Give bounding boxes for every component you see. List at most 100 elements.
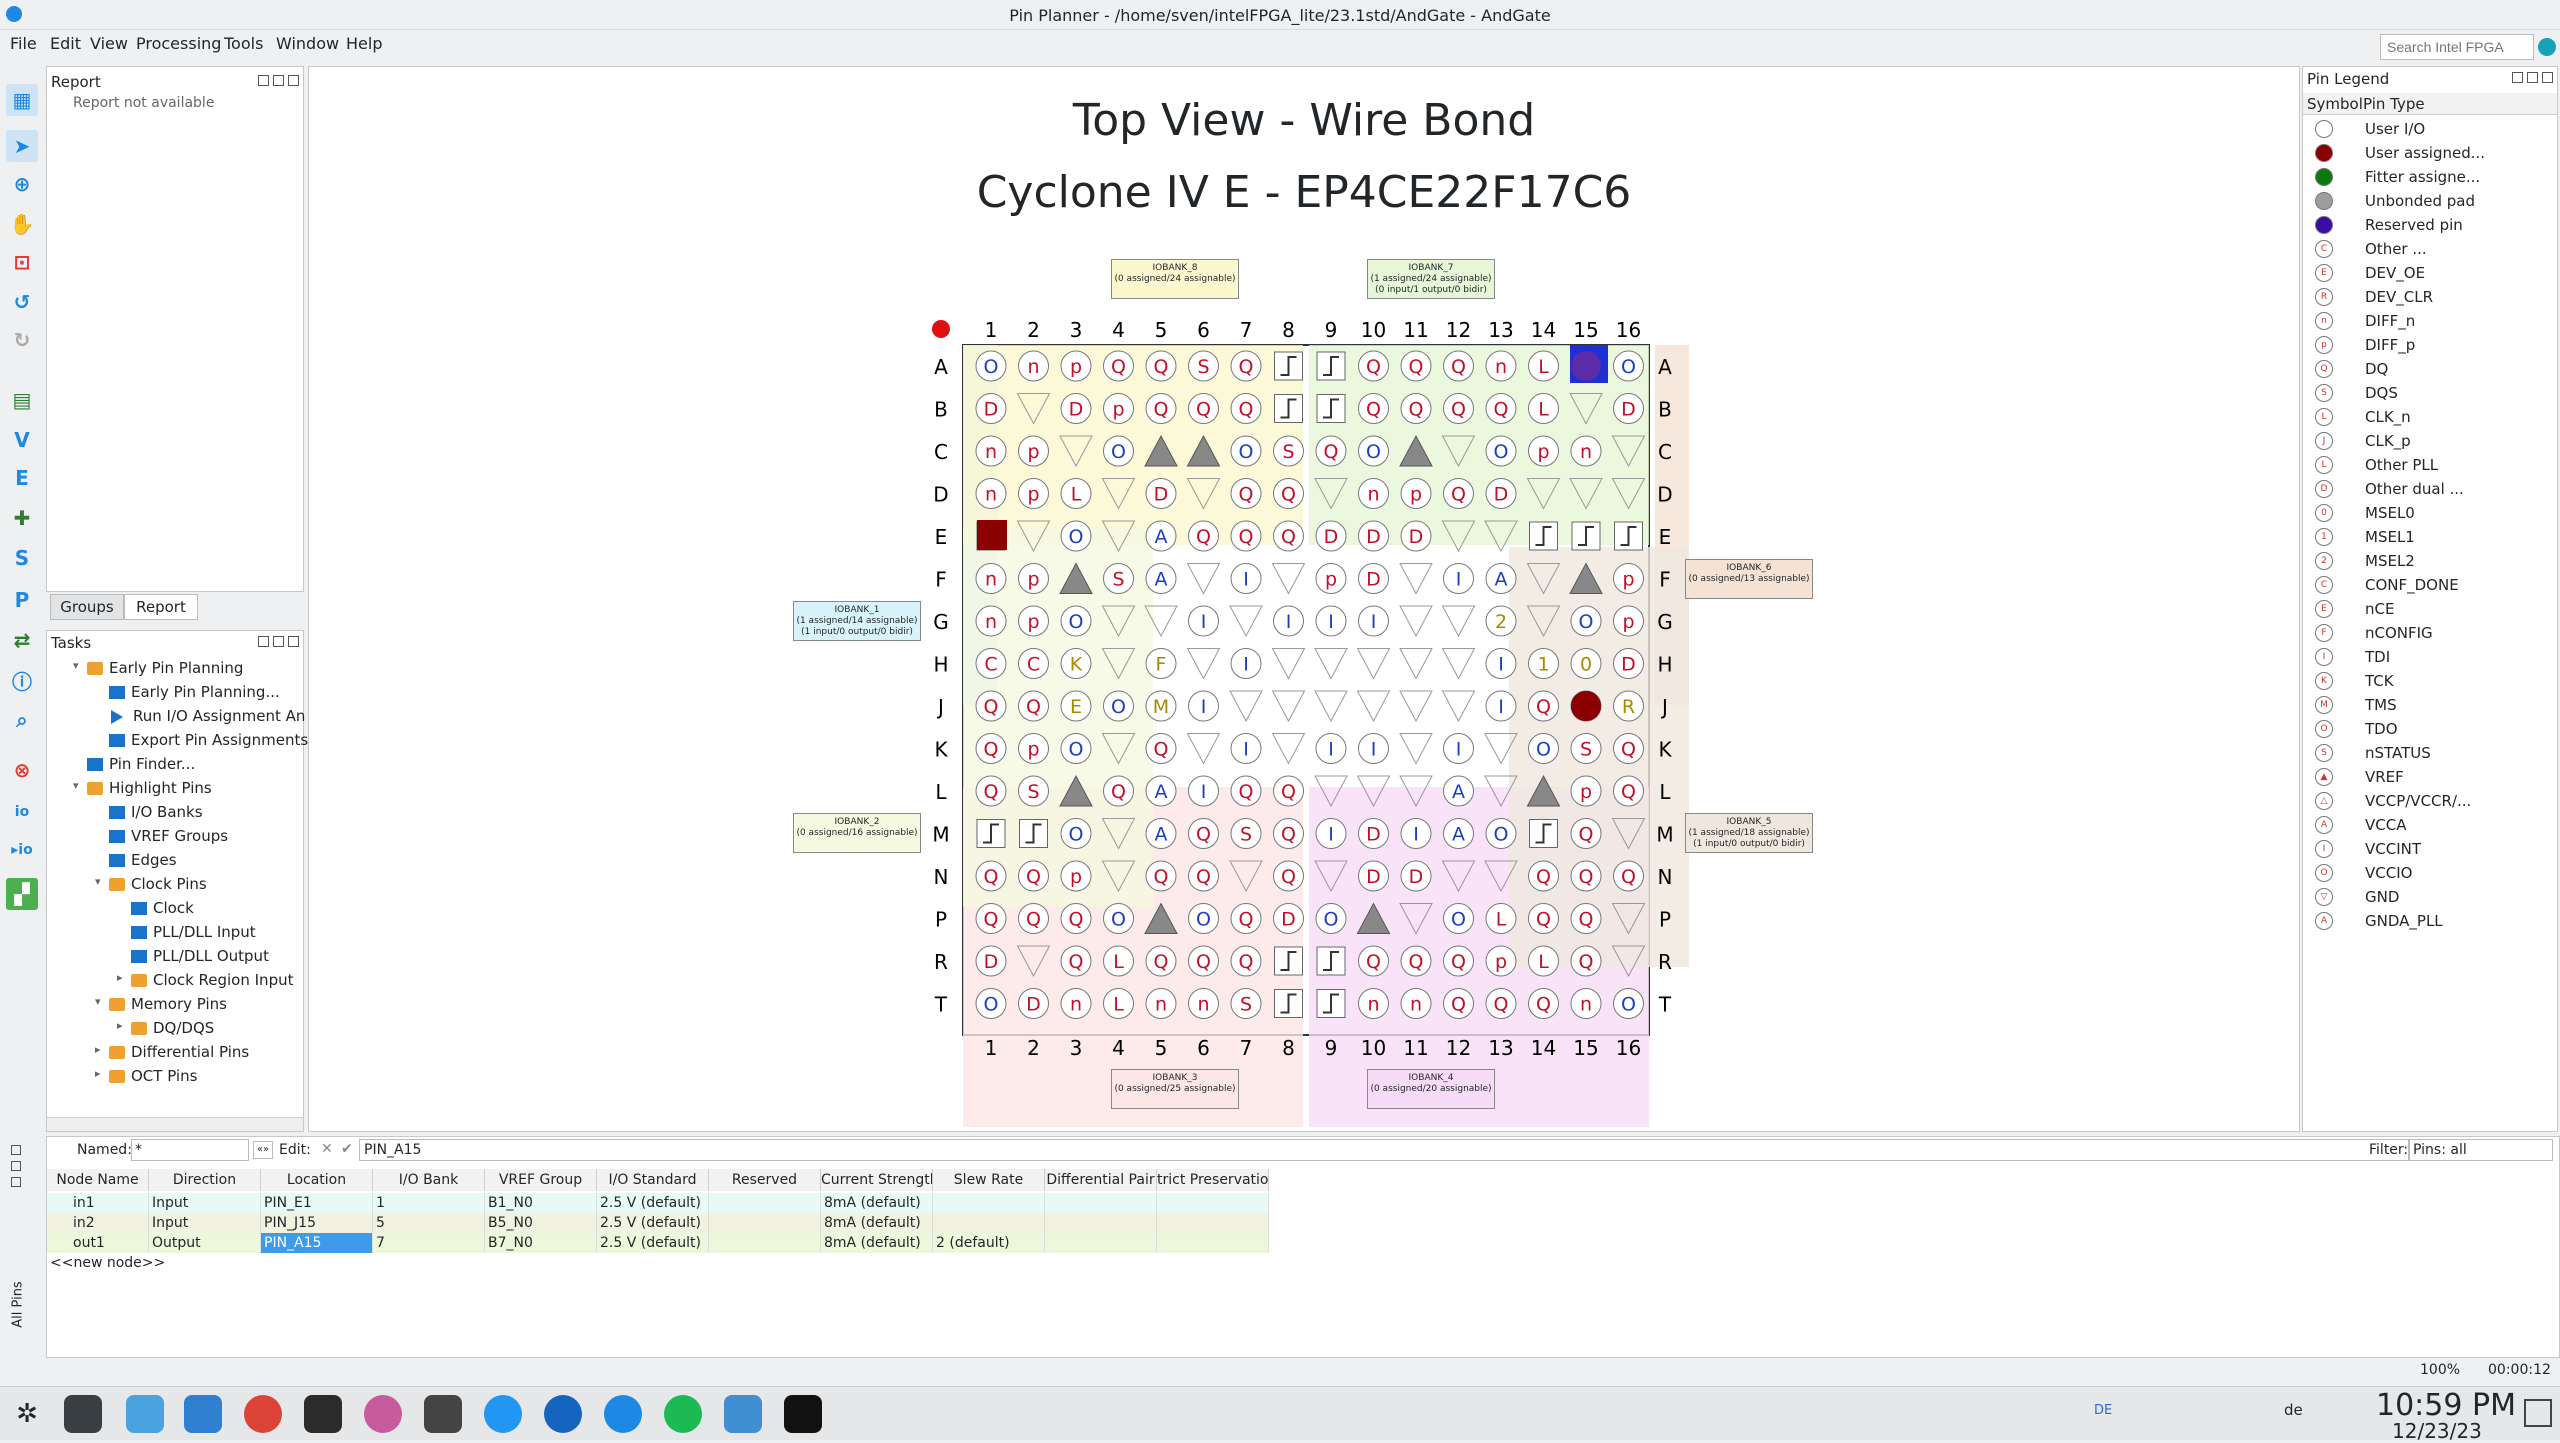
task-item[interactable]: VREF Groups	[109, 827, 228, 845]
task-item[interactable]: I/O Banks	[109, 803, 203, 821]
column-header[interactable]: I/O Bank	[373, 1169, 485, 1191]
files-icon[interactable]	[184, 1395, 222, 1433]
table-cell[interactable]: Input	[149, 1213, 261, 1233]
new-node-row[interactable]: <<new node>>	[47, 1253, 261, 1273]
iobank-box[interactable]: IOBANK_5 (1 assigned/18 assignable) (1 inp…	[1685, 813, 1813, 853]
table-cell[interactable]	[1157, 1193, 1269, 1213]
table-cell[interactable]: 8mA (default)	[821, 1213, 933, 1233]
keyboard-layout[interactable]: DE	[2094, 1403, 2112, 1418]
table-cell[interactable]: in1	[47, 1193, 149, 1213]
table-cell[interactable]: 8mA (default)	[821, 1233, 933, 1253]
column-header[interactable]: I/O Standard	[597, 1169, 709, 1191]
package-view-icon[interactable]: ▤	[6, 384, 38, 416]
task-item[interactable]: ▾ Early Pin Planning	[73, 659, 243, 677]
table-cell[interactable]: Output	[149, 1233, 261, 1253]
spotify-icon[interactable]	[664, 1395, 702, 1433]
clock-time[interactable]: 10:59 PM	[2376, 1388, 2516, 1423]
expand-icon[interactable]: ▸	[95, 1043, 101, 1056]
float-icon[interactable]	[11, 1161, 21, 1171]
tab-groups[interactable]: Groups	[50, 594, 124, 620]
iobank-box[interactable]: IOBANK_7 (1 assigned/24 assignable) (0 inp…	[1367, 259, 1495, 299]
task-item[interactable]: ▾ Memory Pins	[95, 995, 227, 1013]
task-item[interactable]: Pin Finder...	[87, 755, 195, 773]
table-cell[interactable]: 2 (default)	[933, 1233, 1045, 1253]
task-item[interactable]: PLL/DLL Output	[131, 947, 269, 965]
select-pointer-icon[interactable]: ➤	[6, 130, 38, 162]
restore-icon[interactable]	[273, 636, 284, 647]
table-cell[interactable]	[709, 1193, 821, 1213]
table-cell[interactable]	[709, 1233, 821, 1253]
table-cell[interactable]: 2.5 V (default)	[597, 1193, 709, 1213]
menu-edit[interactable]: Edit	[50, 34, 81, 53]
float-icon[interactable]	[258, 636, 269, 647]
table-cell[interactable]	[933, 1213, 1045, 1233]
expand-icon[interactable]: ▸	[117, 1019, 123, 1032]
column-header[interactable]: Reserved	[709, 1169, 821, 1191]
edit-field[interactable]: PIN_A15	[359, 1139, 2409, 1161]
column-header[interactable]: trict Preservatio	[1157, 1169, 1269, 1191]
hand-icon[interactable]: ✋	[6, 208, 38, 240]
app-chat-icon[interactable]	[604, 1395, 642, 1433]
dqdqs-icon[interactable]: P	[6, 584, 38, 616]
iobank-box[interactable]: IOBANK_3 (0 assigned/25 assignable)	[1111, 1069, 1239, 1109]
named-apply-icon[interactable]: «»	[253, 1141, 273, 1159]
io-run-icon[interactable]: ▸io	[6, 834, 38, 866]
column-header[interactable]: Differential Pair	[1045, 1169, 1157, 1191]
expand-icon[interactable]: ▾	[95, 875, 101, 888]
table-cell[interactable]: in2	[47, 1213, 149, 1233]
table-cell[interactable]: 1	[373, 1193, 485, 1213]
close-icon[interactable]	[288, 75, 299, 86]
column-header[interactable]: Current Strength	[821, 1169, 933, 1191]
iobank-box[interactable]: IOBANK_1 (1 assigned/14 assignable) (1 inp…	[793, 601, 921, 641]
table-cell[interactable]	[1157, 1213, 1269, 1233]
early-pin-icon[interactable]: ▞	[6, 878, 38, 910]
io-icon[interactable]: io	[6, 796, 38, 828]
console-icon[interactable]	[304, 1395, 342, 1433]
undo-icon[interactable]: ↺	[6, 286, 38, 318]
quartus-icon[interactable]	[424, 1395, 462, 1433]
zoom-icon[interactable]: ⊕	[6, 168, 38, 200]
task-item[interactable]: ▾ Clock Pins	[95, 875, 207, 893]
redo-icon[interactable]: ↻	[6, 324, 38, 356]
expand-icon[interactable]: ▾	[95, 995, 101, 1008]
package-canvas[interactable]: Top View - Wire Bond Cyclone IV E - EP4C…	[308, 66, 2300, 1132]
table-cell[interactable]: Input	[149, 1193, 261, 1213]
float-icon[interactable]	[2512, 72, 2523, 83]
table-cell[interactable]: out1	[47, 1233, 149, 1253]
filter-combo[interactable]: Pins: all	[2409, 1139, 2553, 1161]
close-icon[interactable]	[11, 1145, 21, 1155]
app-blue-icon[interactable]	[484, 1395, 522, 1433]
task-item[interactable]: Edges	[109, 851, 177, 869]
table-cell[interactable]	[709, 1213, 821, 1233]
table-cell[interactable]	[1045, 1213, 1157, 1233]
cancel-edit-icon[interactable]: ✕	[321, 1141, 333, 1157]
column-header[interactable]: VREF Group	[485, 1169, 597, 1191]
io-assign-icon[interactable]: ⇄	[6, 624, 38, 656]
search-icon[interactable]	[2538, 38, 2556, 56]
show-desktop-icon[interactable]	[2524, 1399, 2552, 1427]
tab-report[interactable]: Report	[124, 594, 198, 620]
accept-edit-icon[interactable]: ✔	[341, 1141, 353, 1157]
pin-finder-icon[interactable]: ⌕	[6, 704, 38, 736]
table-cell[interactable]: B1_N0	[485, 1193, 597, 1213]
task-item[interactable]: Export Pin Assignments	[109, 731, 308, 749]
expand-icon[interactable]: ▾	[73, 659, 79, 672]
table-cell[interactable]: PIN_J15	[261, 1213, 373, 1233]
task-item[interactable]: PLL/DLL Input	[131, 923, 256, 941]
close-icon[interactable]	[2542, 72, 2553, 83]
clock-icon[interactable]: ✚	[6, 502, 38, 534]
table-cell[interactable]: PIN_E1	[261, 1193, 373, 1213]
app-pink-icon[interactable]	[364, 1395, 402, 1433]
menu-help[interactable]: Help	[346, 34, 382, 53]
task-item[interactable]: ▾ Highlight Pins	[73, 779, 212, 797]
column-header[interactable]: Slew Rate	[933, 1169, 1045, 1191]
column-header[interactable]: Node Name	[47, 1169, 149, 1191]
menu-window[interactable]: Window	[276, 34, 339, 53]
search-input[interactable]	[2380, 34, 2534, 60]
restore-icon[interactable]	[11, 1177, 21, 1187]
restore-icon[interactable]	[2527, 72, 2538, 83]
store-icon[interactable]	[126, 1395, 164, 1433]
table-cell[interactable]: 8mA (default)	[821, 1193, 933, 1213]
export-icon[interactable]: ⊗	[6, 754, 38, 786]
pin-planner-task-icon[interactable]	[724, 1395, 762, 1433]
